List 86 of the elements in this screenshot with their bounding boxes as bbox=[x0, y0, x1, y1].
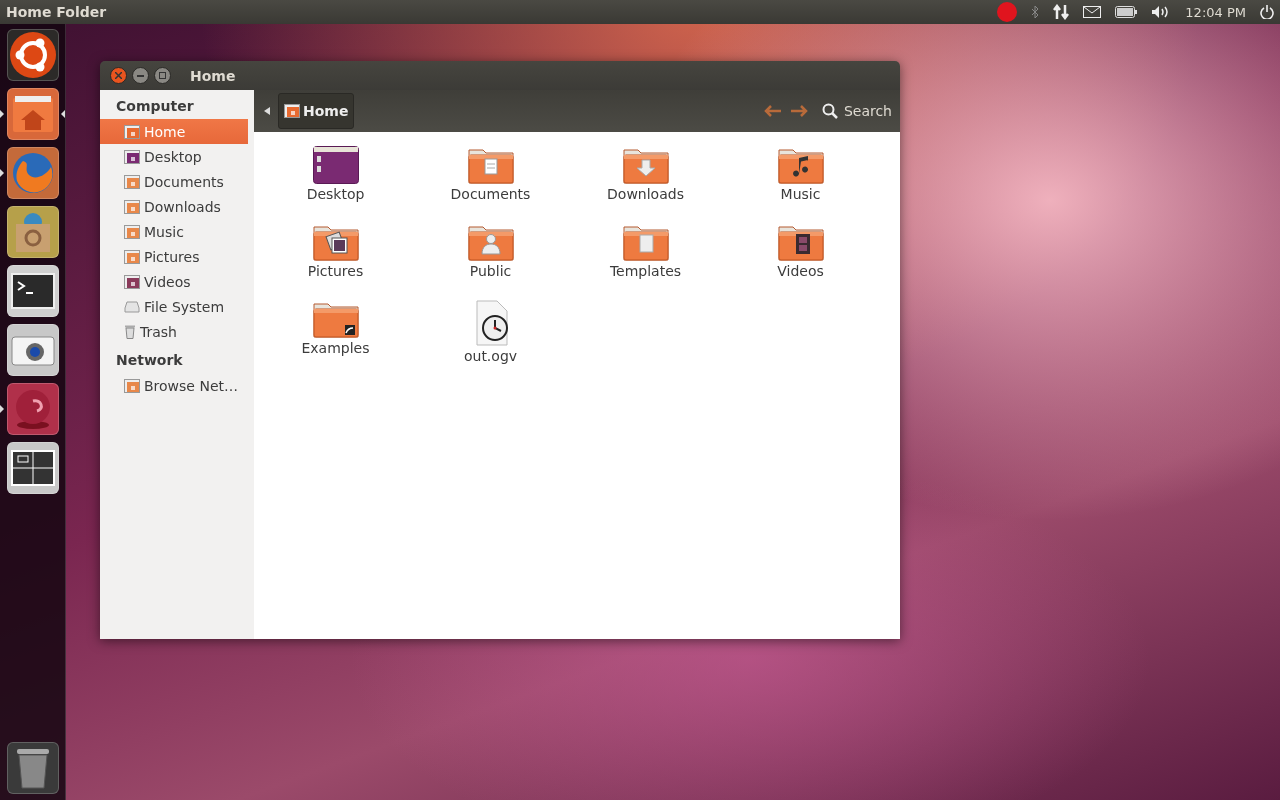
camera-icon bbox=[10, 334, 55, 366]
sidebar-item[interactable]: Documents bbox=[100, 169, 248, 194]
music-folder-icon bbox=[124, 224, 140, 239]
terminal-icon bbox=[10, 273, 55, 309]
search-button[interactable]: Search bbox=[821, 103, 892, 119]
window-title: Home bbox=[190, 67, 236, 84]
pictures-folder-icon bbox=[312, 223, 359, 261]
file-name[interactable]: Templates bbox=[609, 263, 682, 279]
file-name[interactable]: Pictures bbox=[307, 263, 364, 279]
mail-icon[interactable] bbox=[1083, 6, 1102, 18]
music-folder-icon bbox=[777, 146, 824, 184]
battery-icon[interactable] bbox=[1115, 6, 1138, 18]
sidebar-item[interactable]: Desktop bbox=[100, 144, 248, 169]
file-name[interactable]: Documents bbox=[450, 186, 531, 202]
sidebar-item-label: Videos bbox=[144, 273, 191, 290]
launcher-item[interactable] bbox=[6, 265, 59, 317]
sidebar-item[interactable]: Browse Net… bbox=[100, 373, 248, 398]
network-arrows-icon[interactable] bbox=[1053, 4, 1070, 20]
documents-folder-icon bbox=[124, 174, 140, 189]
sidebar-item-label: Pictures bbox=[144, 248, 200, 265]
maximize-button[interactable] bbox=[154, 67, 171, 84]
examples-folder-icon bbox=[312, 300, 359, 338]
power-icon[interactable] bbox=[1260, 5, 1274, 19]
maximize-icon bbox=[159, 72, 166, 79]
file-name[interactable]: Public bbox=[469, 263, 512, 279]
launcher-item[interactable] bbox=[6, 147, 59, 199]
home-folder-icon bbox=[284, 104, 300, 118]
sidebar-item-label: Documents bbox=[144, 173, 224, 190]
sidebar-item[interactable]: Videos bbox=[100, 269, 248, 294]
sidebar-item-label: Downloads bbox=[144, 198, 221, 215]
sidebar-item-label: File System bbox=[144, 298, 225, 315]
sidebar-item-label: Home bbox=[144, 123, 186, 140]
launcher-item[interactable] bbox=[6, 324, 59, 376]
search-icon bbox=[821, 103, 838, 119]
sidebar-heading: Network bbox=[115, 351, 184, 370]
file-name[interactable]: Desktop bbox=[306, 186, 365, 202]
ubuntu-logo-icon bbox=[8, 31, 57, 79]
file-name[interactable]: out.ogv bbox=[463, 348, 518, 364]
sidebar-item[interactable]: Pictures bbox=[100, 244, 248, 269]
sidebar-item[interactable]: Music bbox=[100, 219, 248, 244]
forward-arrow-icon[interactable] bbox=[789, 105, 808, 117]
launcher-item[interactable] bbox=[6, 206, 59, 258]
file-name[interactable]: Music bbox=[780, 186, 821, 202]
sidebar-item-label: Browse Net… bbox=[144, 377, 238, 394]
templates-folder-icon bbox=[622, 223, 669, 261]
network-folder-icon bbox=[124, 378, 140, 393]
trash-icon bbox=[14, 747, 51, 789]
launcher-item[interactable] bbox=[6, 29, 59, 81]
close-button[interactable] bbox=[110, 67, 127, 84]
sidebar-item-label: Desktop bbox=[144, 148, 202, 165]
desktop-folder-icon bbox=[124, 149, 140, 164]
browser-globe-icon bbox=[10, 151, 55, 195]
home-folder-icon bbox=[10, 94, 55, 134]
sidebar-item[interactable]: Downloads bbox=[100, 194, 248, 219]
close-icon bbox=[115, 72, 122, 79]
workspaces-icon bbox=[10, 450, 55, 486]
public-folder-icon bbox=[467, 223, 514, 261]
videos-folder-icon bbox=[777, 223, 824, 261]
sidebar-item[interactable]: File System bbox=[100, 294, 248, 319]
drive-icon bbox=[124, 300, 140, 313]
minimize-icon bbox=[137, 74, 144, 77]
documents-folder-icon bbox=[467, 146, 514, 184]
home-folder-icon bbox=[124, 124, 140, 139]
bluetooth-icon[interactable] bbox=[1031, 5, 1040, 19]
trash-icon bbox=[124, 324, 136, 339]
videos-folder-icon bbox=[124, 274, 140, 289]
back-caret-icon[interactable] bbox=[264, 107, 270, 115]
pictures-folder-icon bbox=[124, 249, 140, 264]
desktop-folder-icon bbox=[312, 146, 359, 184]
file-name[interactable]: Videos bbox=[777, 263, 824, 279]
launcher-item[interactable] bbox=[6, 88, 59, 140]
downloads-folder-icon bbox=[622, 146, 669, 184]
file-name[interactable]: Examples bbox=[301, 340, 370, 356]
launcher-item[interactable] bbox=[6, 442, 59, 494]
sidebar-heading: Computer bbox=[115, 97, 195, 116]
sidebar-item[interactable]: Trash bbox=[100, 319, 248, 344]
back-arrow-icon[interactable] bbox=[763, 105, 782, 117]
sidebar-item-label: Trash bbox=[140, 323, 177, 340]
launcher-item[interactable] bbox=[6, 742, 59, 794]
minimize-button[interactable] bbox=[132, 67, 149, 84]
window-title: Home Folder bbox=[6, 4, 108, 20]
downloads-folder-icon bbox=[124, 199, 140, 214]
file-name[interactable]: Downloads bbox=[607, 186, 684, 202]
clock[interactable]: 12:04 PM bbox=[1185, 4, 1246, 20]
sidebar-item-label: Music bbox=[144, 223, 184, 240]
path-button[interactable]: Home bbox=[278, 93, 355, 129]
